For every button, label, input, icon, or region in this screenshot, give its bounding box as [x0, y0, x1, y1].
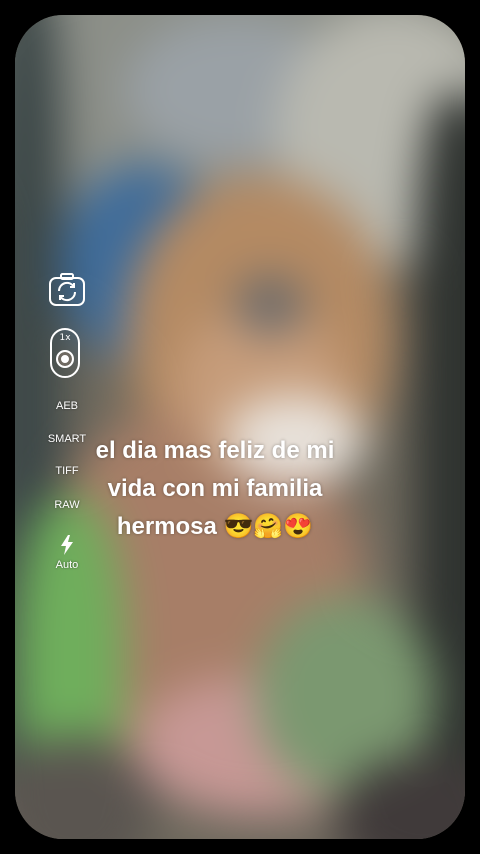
- caption-line-1: el dia mas feliz de mi: [95, 437, 335, 464]
- screen: 1x AEB SMART TIFF RAW Auto el dia mas fe…: [0, 0, 480, 854]
- caption-line-3: hermosa 😎🤗😍: [116, 513, 314, 540]
- caption-line-2: vida con mi familia: [107, 475, 323, 502]
- shutter-dot-icon: [56, 350, 74, 368]
- blurred-photo-background: [15, 15, 465, 839]
- zoom-toggle[interactable]: 1x: [50, 328, 80, 378]
- flash-mode-label: Auto: [55, 559, 79, 571]
- flip-camera-icon[interactable]: [44, 272, 90, 312]
- camera-viewfinder[interactable]: [15, 15, 465, 839]
- mode-aeb[interactable]: AEB: [44, 400, 90, 412]
- zoom-level: 1x: [59, 333, 71, 343]
- caption-overlay: el dia mas feliz de mi vida con mi famil…: [60, 432, 370, 546]
